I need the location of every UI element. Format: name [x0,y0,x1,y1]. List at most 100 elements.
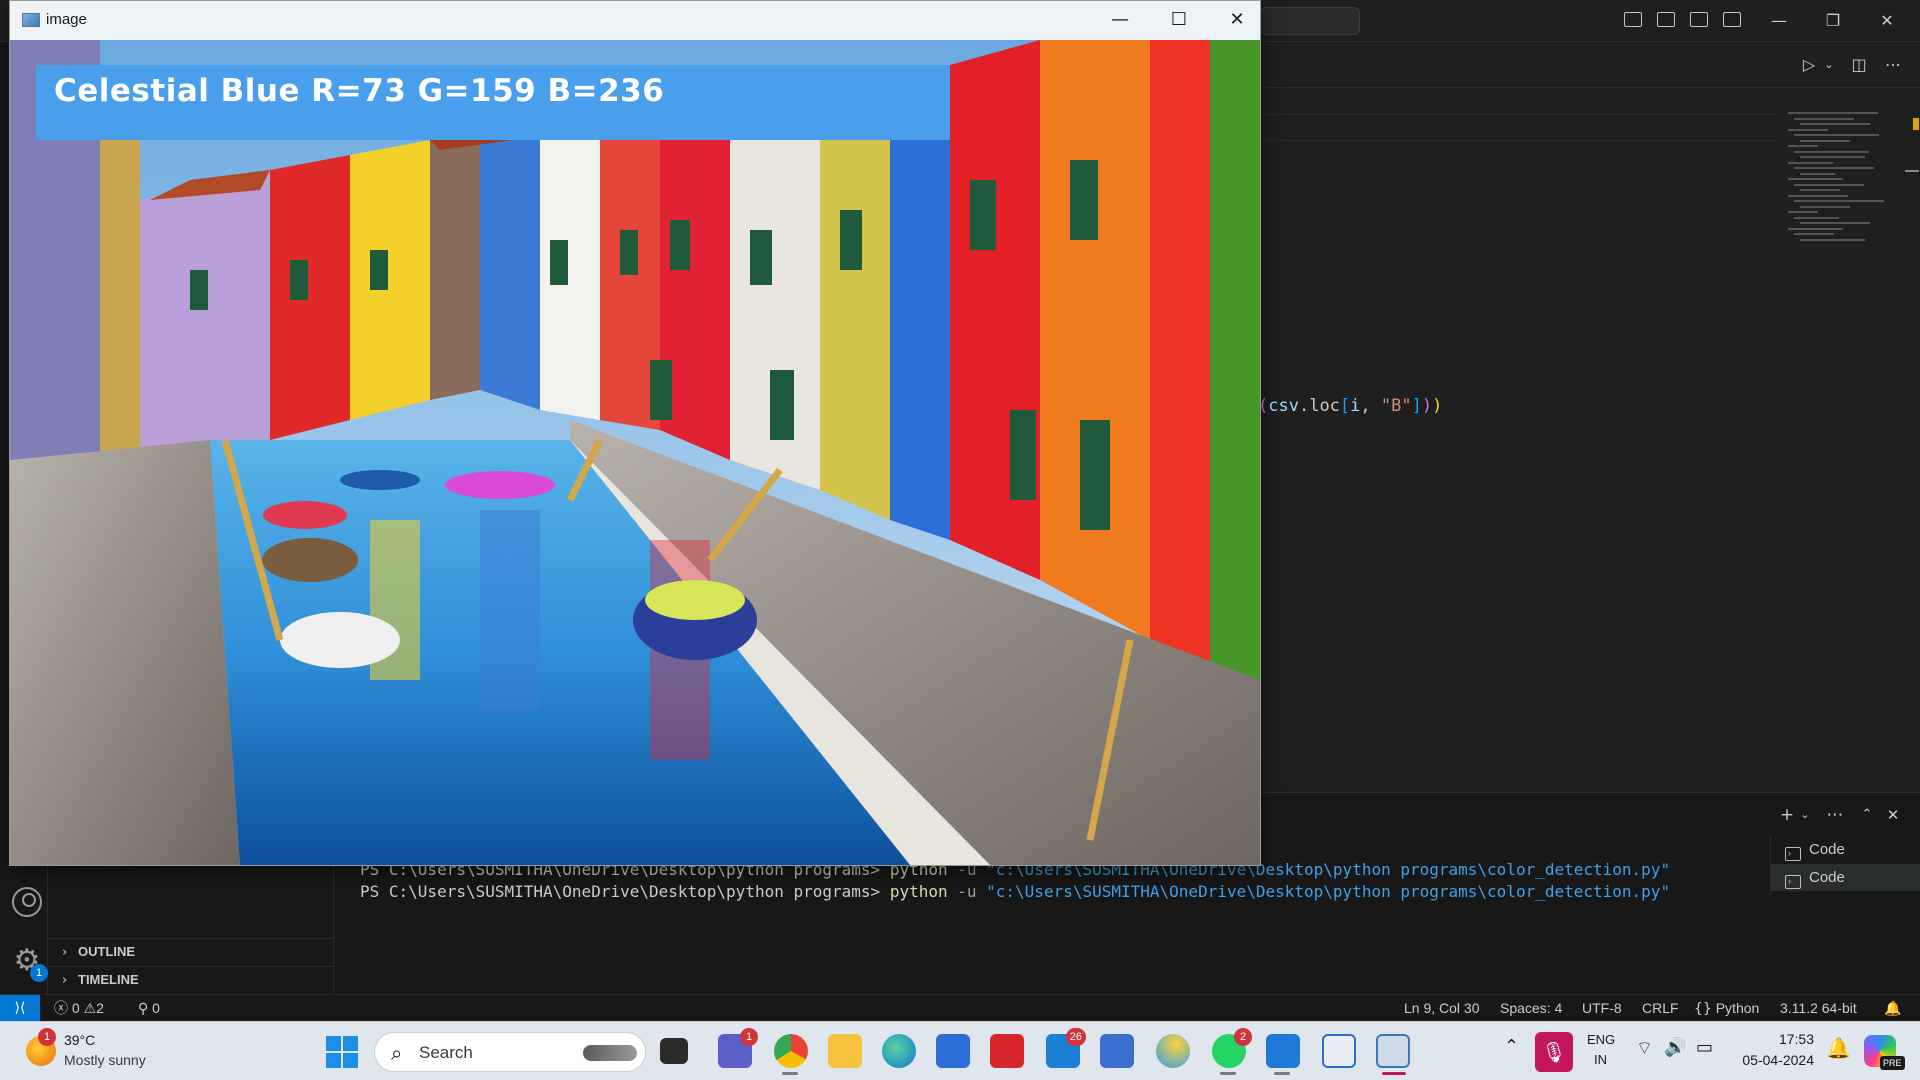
clock-date[interactable]: 05-04-2024 [1734,1052,1814,1068]
minimap-line [1788,227,1843,230]
image-minimize-button[interactable]: — [1092,3,1148,37]
run-dropdown-chevron-icon[interactable]: ⌄ [1818,54,1840,76]
minimap-line [1800,238,1865,241]
image-canvas[interactable]: Celestial Blue R=73 G=159 B=236 [10,40,1260,865]
input-language[interactable]: ENG [1587,1032,1615,1047]
code-token: .loc [1298,396,1340,416]
editor-tab-bar: ▷ ⌄ ◫ ⋯ [1260,42,1920,88]
taskbar-search[interactable]: ⌕ Search [374,1032,646,1072]
interpreter-status[interactable]: 3.11.2 64-bit [1780,995,1857,1022]
vscode-minimize-button[interactable]: — [1756,8,1802,34]
input-region[interactable]: IN [1594,1052,1607,1067]
code-line-visible: (csv.loc[i, "B"])) [1258,396,1442,416]
snipping-tool-icon[interactable] [1322,1034,1356,1068]
split-editor-icon[interactable]: ◫ [1848,54,1870,76]
task-view-icon[interactable] [660,1038,688,1064]
clock-time[interactable]: 17:53 [1740,1031,1814,1047]
vscode-restore-button[interactable]: ❐ [1810,8,1856,34]
weather-app-icon[interactable] [1156,1034,1190,1068]
edge-icon[interactable] [882,1034,916,1068]
error-icon: ⓧ [54,1001,68,1017]
outline-label: OUTLINE [78,944,136,959]
volume-icon[interactable]: 🔊 [1664,1037,1686,1058]
notifications-bell-icon[interactable]: 🔔 [1884,995,1901,1022]
toggle-panel-icon[interactable] [1657,12,1675,27]
image-close-button[interactable]: ✕ [1209,3,1265,37]
eol-status[interactable]: CRLF [1642,995,1679,1022]
run-python-file-icon[interactable]: ▷ [1798,54,1820,76]
code-token: "B" [1380,396,1412,416]
outline-section[interactable]: › OUTLINE [48,938,334,964]
terminal-session[interactable]: › Code [1771,864,1920,891]
vscode-close-button[interactable]: ✕ [1864,8,1910,34]
gallery-icon[interactable] [1100,1034,1134,1068]
vscode-icon[interactable] [1266,1034,1300,1068]
more-actions-icon[interactable]: ⋯ [1882,54,1904,76]
python-window-icon[interactable] [1376,1034,1410,1068]
terminal-more-icon[interactable]: ⋯ [1824,804,1846,826]
terminal-dropdown-chevron-icon[interactable]: ⌄ [1794,804,1816,826]
settings-badge: 1 [30,964,48,982]
minimap[interactable] [1788,112,1906,252]
maximize-panel-icon[interactable]: ⌃ [1856,804,1878,826]
toggle-secondary-sidebar-icon[interactable] [1690,12,1708,27]
minimap-line [1800,172,1835,175]
code-token: [ [1339,396,1351,416]
minimap-line [1800,123,1870,125]
show-hidden-icons-chevron[interactable]: ⌃ [1504,1036,1519,1057]
microsoft-store-icon[interactable] [936,1034,970,1068]
language-status[interactable]: {} Python [1694,995,1759,1022]
mail-icon[interactable]: 26 [1046,1028,1086,1068]
chevron-right-icon: › [62,945,68,960]
broadcast-icon: ⚲ [138,1001,149,1017]
indentation-status[interactable]: Spaces: 4 [1500,995,1562,1022]
microphone-icon[interactable]: 🎙 [1535,1032,1573,1072]
wifi-icon[interactable]: ⌔ [1636,1037,1653,1060]
cursor-position[interactable]: Ln 9, Col 30 [1404,995,1480,1022]
minimap-line [1794,200,1884,202]
minimap-line [1788,128,1828,131]
code-token: ) [1421,396,1433,416]
remote-indicator-button[interactable]: ⟩⟨ [0,995,40,1022]
teams-icon[interactable]: 1 [718,1028,758,1068]
windows-logo-tile [343,1036,358,1051]
language-label: Python [1715,1000,1760,1016]
error-count: 0 [71,1000,80,1016]
terminal-session-label: Code [1809,841,1845,858]
timeline-section[interactable]: › TIMELINE [48,966,334,992]
weather-description[interactable]: Mostly sunny [64,1052,146,1068]
image-window-title: image [46,11,87,28]
minimap-line [1794,216,1839,219]
weather-temperature[interactable]: 39°C [64,1032,95,1048]
start-button[interactable] [326,1036,358,1068]
chrome-icon[interactable] [774,1034,808,1068]
notification-bell-icon[interactable]: 🔔 [1826,1036,1851,1060]
mail-badge: 26 [1065,1028,1086,1046]
editor-line-highlight [1260,140,1780,166]
customize-layout-icon[interactable] [1723,12,1741,27]
editor-line-highlight [1260,114,1780,140]
minimap-line [1788,112,1878,114]
code-token: i, [1350,396,1381,416]
battery-icon[interactable]: ▭ [1696,1037,1713,1058]
terminal-session[interactable]: › Code [1771,836,1920,863]
close-panel-icon[interactable]: ✕ [1882,804,1904,826]
minimap-line [1800,205,1850,208]
encoding-status[interactable]: UTF-8 [1582,995,1622,1022]
image-maximize-button[interactable]: ☐ [1151,3,1207,37]
whatsapp-icon[interactable]: 2 [1212,1028,1252,1068]
copilot-preview-tag: PRE [1880,1056,1905,1070]
mcafee-icon[interactable] [990,1034,1024,1068]
image-window[interactable]: image — ☐ ✕ Celestial Blue R=73 G=159 B=… [9,0,1261,866]
scrollbar-thumb[interactable] [1905,170,1919,172]
minimap-line [1788,178,1843,180]
command-center[interactable] [1260,7,1360,35]
image-window-titlebar[interactable]: image — ☐ ✕ [10,1,1260,40]
problems-status[interactable]: ⓧ 0 ⚠2 [54,995,104,1022]
ports-status[interactable]: ⚲ 0 [138,995,160,1022]
toggle-primary-sidebar-icon[interactable] [1624,12,1642,27]
chevron-right-icon: › [62,973,68,988]
terminal-prompt: PS C:\Users\SUSMITHA\OneDrive\Desktop\py… [360,882,890,901]
accounts-icon[interactable] [12,887,42,917]
file-explorer-icon[interactable] [828,1034,862,1068]
